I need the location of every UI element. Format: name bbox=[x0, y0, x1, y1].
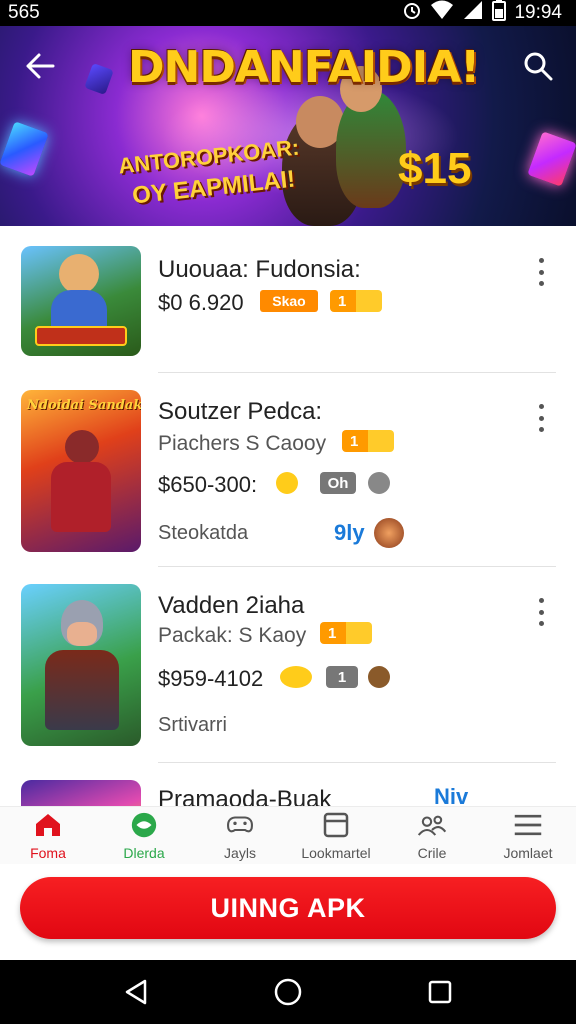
home-icon bbox=[33, 811, 63, 839]
system-back-button[interactable] bbox=[116, 972, 156, 1012]
app-thumbnail: Ndoidai Sandak bbox=[21, 390, 141, 552]
thumb-character bbox=[65, 430, 99, 464]
list-item[interactable]: Vadden 2iaha Packak: S Kaoy 1 $959-4102 … bbox=[0, 568, 576, 764]
more-options-button[interactable] bbox=[534, 598, 548, 626]
signal-icon bbox=[462, 0, 484, 26]
list-item[interactable]: Uuouaa: Fudonsia: $0 6.920 Skao 1 bbox=[0, 226, 576, 374]
system-home-button[interactable] bbox=[268, 972, 308, 1012]
app-price: $0 6.920 bbox=[158, 290, 244, 315]
info-chip: 1 bbox=[326, 666, 358, 688]
rating-badge: Skao bbox=[260, 290, 318, 312]
battery-icon bbox=[492, 0, 507, 27]
app-subtitle: Packak: S Kaoy bbox=[158, 624, 307, 647]
divider bbox=[158, 566, 556, 567]
dot-icon bbox=[538, 281, 544, 286]
app-thumbnail bbox=[21, 584, 141, 746]
app-title: Vadden 2iaha bbox=[158, 592, 305, 619]
dot-icon bbox=[538, 609, 544, 615]
thumb-body bbox=[45, 650, 119, 730]
rating-badge: 1 bbox=[342, 430, 394, 452]
bottom-navigation: Foma Dlerda Jayls Lookmartel Crile Jomla… bbox=[0, 806, 576, 864]
status-icons: 19:94 bbox=[402, 0, 562, 27]
nav-label: Jomlaet bbox=[503, 845, 553, 861]
thumb-character bbox=[59, 254, 99, 294]
star-icon bbox=[280, 666, 312, 688]
menu-icon bbox=[513, 811, 543, 839]
divider bbox=[158, 762, 556, 763]
thumb-character bbox=[67, 622, 97, 646]
nav-item-games[interactable]: Dlerda bbox=[96, 807, 192, 864]
thumb-logo-text: Ndoidai Sandak bbox=[27, 398, 141, 413]
system-navigation-bar bbox=[0, 960, 576, 1024]
nav-item-play[interactable]: Jayls bbox=[192, 807, 288, 864]
status-time: 19:94 bbox=[514, 2, 562, 23]
more-options-button[interactable] bbox=[534, 404, 548, 432]
app-developer: Steokatda bbox=[158, 522, 249, 544]
mascot-icon bbox=[374, 518, 404, 548]
app-root: 565 19:94 DNDANFAIDIA! ANTOROPKOAR: OY E… bbox=[0, 0, 576, 1024]
triangle-back-icon bbox=[125, 979, 147, 1005]
banner-price: $15 bbox=[398, 144, 472, 193]
back-button[interactable] bbox=[20, 46, 60, 86]
app-developer: Srtivarri bbox=[158, 714, 227, 736]
tablet-icon bbox=[321, 811, 351, 839]
nav-item-home[interactable]: Foma bbox=[0, 807, 96, 864]
app-tag: 9ly bbox=[334, 520, 365, 545]
dot-icon bbox=[538, 621, 544, 626]
progress-badge: 1 bbox=[330, 290, 382, 312]
alarm-icon bbox=[402, 0, 422, 26]
search-button[interactable] bbox=[518, 46, 558, 86]
info-chip: Oh bbox=[320, 472, 356, 494]
more-options-button[interactable] bbox=[534, 258, 548, 286]
dot-icon bbox=[538, 269, 544, 275]
app-title: Soutzer Pedca: bbox=[158, 398, 323, 425]
search-icon bbox=[524, 52, 553, 81]
arrow-left-icon bbox=[26, 53, 55, 79]
square-recents-icon bbox=[428, 980, 452, 1004]
divider bbox=[158, 372, 556, 373]
status-bar: 565 19:94 bbox=[0, 0, 576, 26]
download-apk-button[interactable]: UINNG APK bbox=[20, 877, 556, 939]
people-icon bbox=[417, 811, 447, 839]
promo-banner[interactable]: DNDANFAIDIA! ANTOROPKOAR: OY EAPMILAI! $… bbox=[0, 26, 576, 226]
app-title: Uuouaa: Fudonsia: bbox=[158, 256, 361, 283]
thumb-body bbox=[51, 462, 111, 532]
gem-decoration-right bbox=[527, 131, 576, 187]
app-price: $959-4102 bbox=[158, 666, 264, 691]
nav-label: Lookmartel bbox=[301, 845, 371, 861]
gem-decoration-left bbox=[0, 121, 49, 177]
nav-label: Jayls bbox=[224, 845, 256, 861]
circle-home-icon bbox=[274, 978, 302, 1006]
app-thumbnail bbox=[21, 246, 141, 356]
wifi-icon bbox=[430, 0, 454, 26]
thumb-logo bbox=[35, 326, 127, 346]
nav-item-bookmarks[interactable]: Lookmartel bbox=[288, 807, 384, 864]
controller-icon bbox=[225, 811, 255, 839]
nav-item-community[interactable]: Crile bbox=[384, 807, 480, 864]
dot-icon bbox=[538, 427, 544, 432]
dot-icon bbox=[538, 598, 544, 603]
system-recents-button[interactable] bbox=[420, 972, 460, 1012]
dot-icon bbox=[538, 258, 544, 263]
star-icon bbox=[276, 472, 298, 494]
nav-label: Crile bbox=[417, 845, 447, 861]
banner-title: DNDANFAIDIA! bbox=[128, 42, 480, 93]
cta-container: UINNG APK bbox=[0, 864, 576, 960]
list-item[interactable]: Ndoidai Sandak Soutzer Pedca: Piachers S… bbox=[0, 374, 576, 568]
nav-label: Foma bbox=[30, 845, 66, 861]
coin-icon bbox=[368, 666, 390, 688]
nav-item-menu[interactable]: Jomlaet bbox=[480, 807, 576, 864]
gem-decoration-small bbox=[84, 63, 114, 95]
rating-badge: 1 bbox=[320, 622, 372, 644]
dot-icon bbox=[538, 415, 544, 421]
coin-icon bbox=[368, 472, 390, 494]
status-left-text: 565 bbox=[8, 2, 40, 23]
app-subtitle: Piachers S Caooy bbox=[158, 432, 327, 455]
nav-label: Dlerda bbox=[123, 845, 165, 861]
app-price: $650-300: bbox=[158, 472, 258, 497]
gamepad-icon bbox=[129, 811, 159, 839]
dot-icon bbox=[538, 404, 544, 409]
